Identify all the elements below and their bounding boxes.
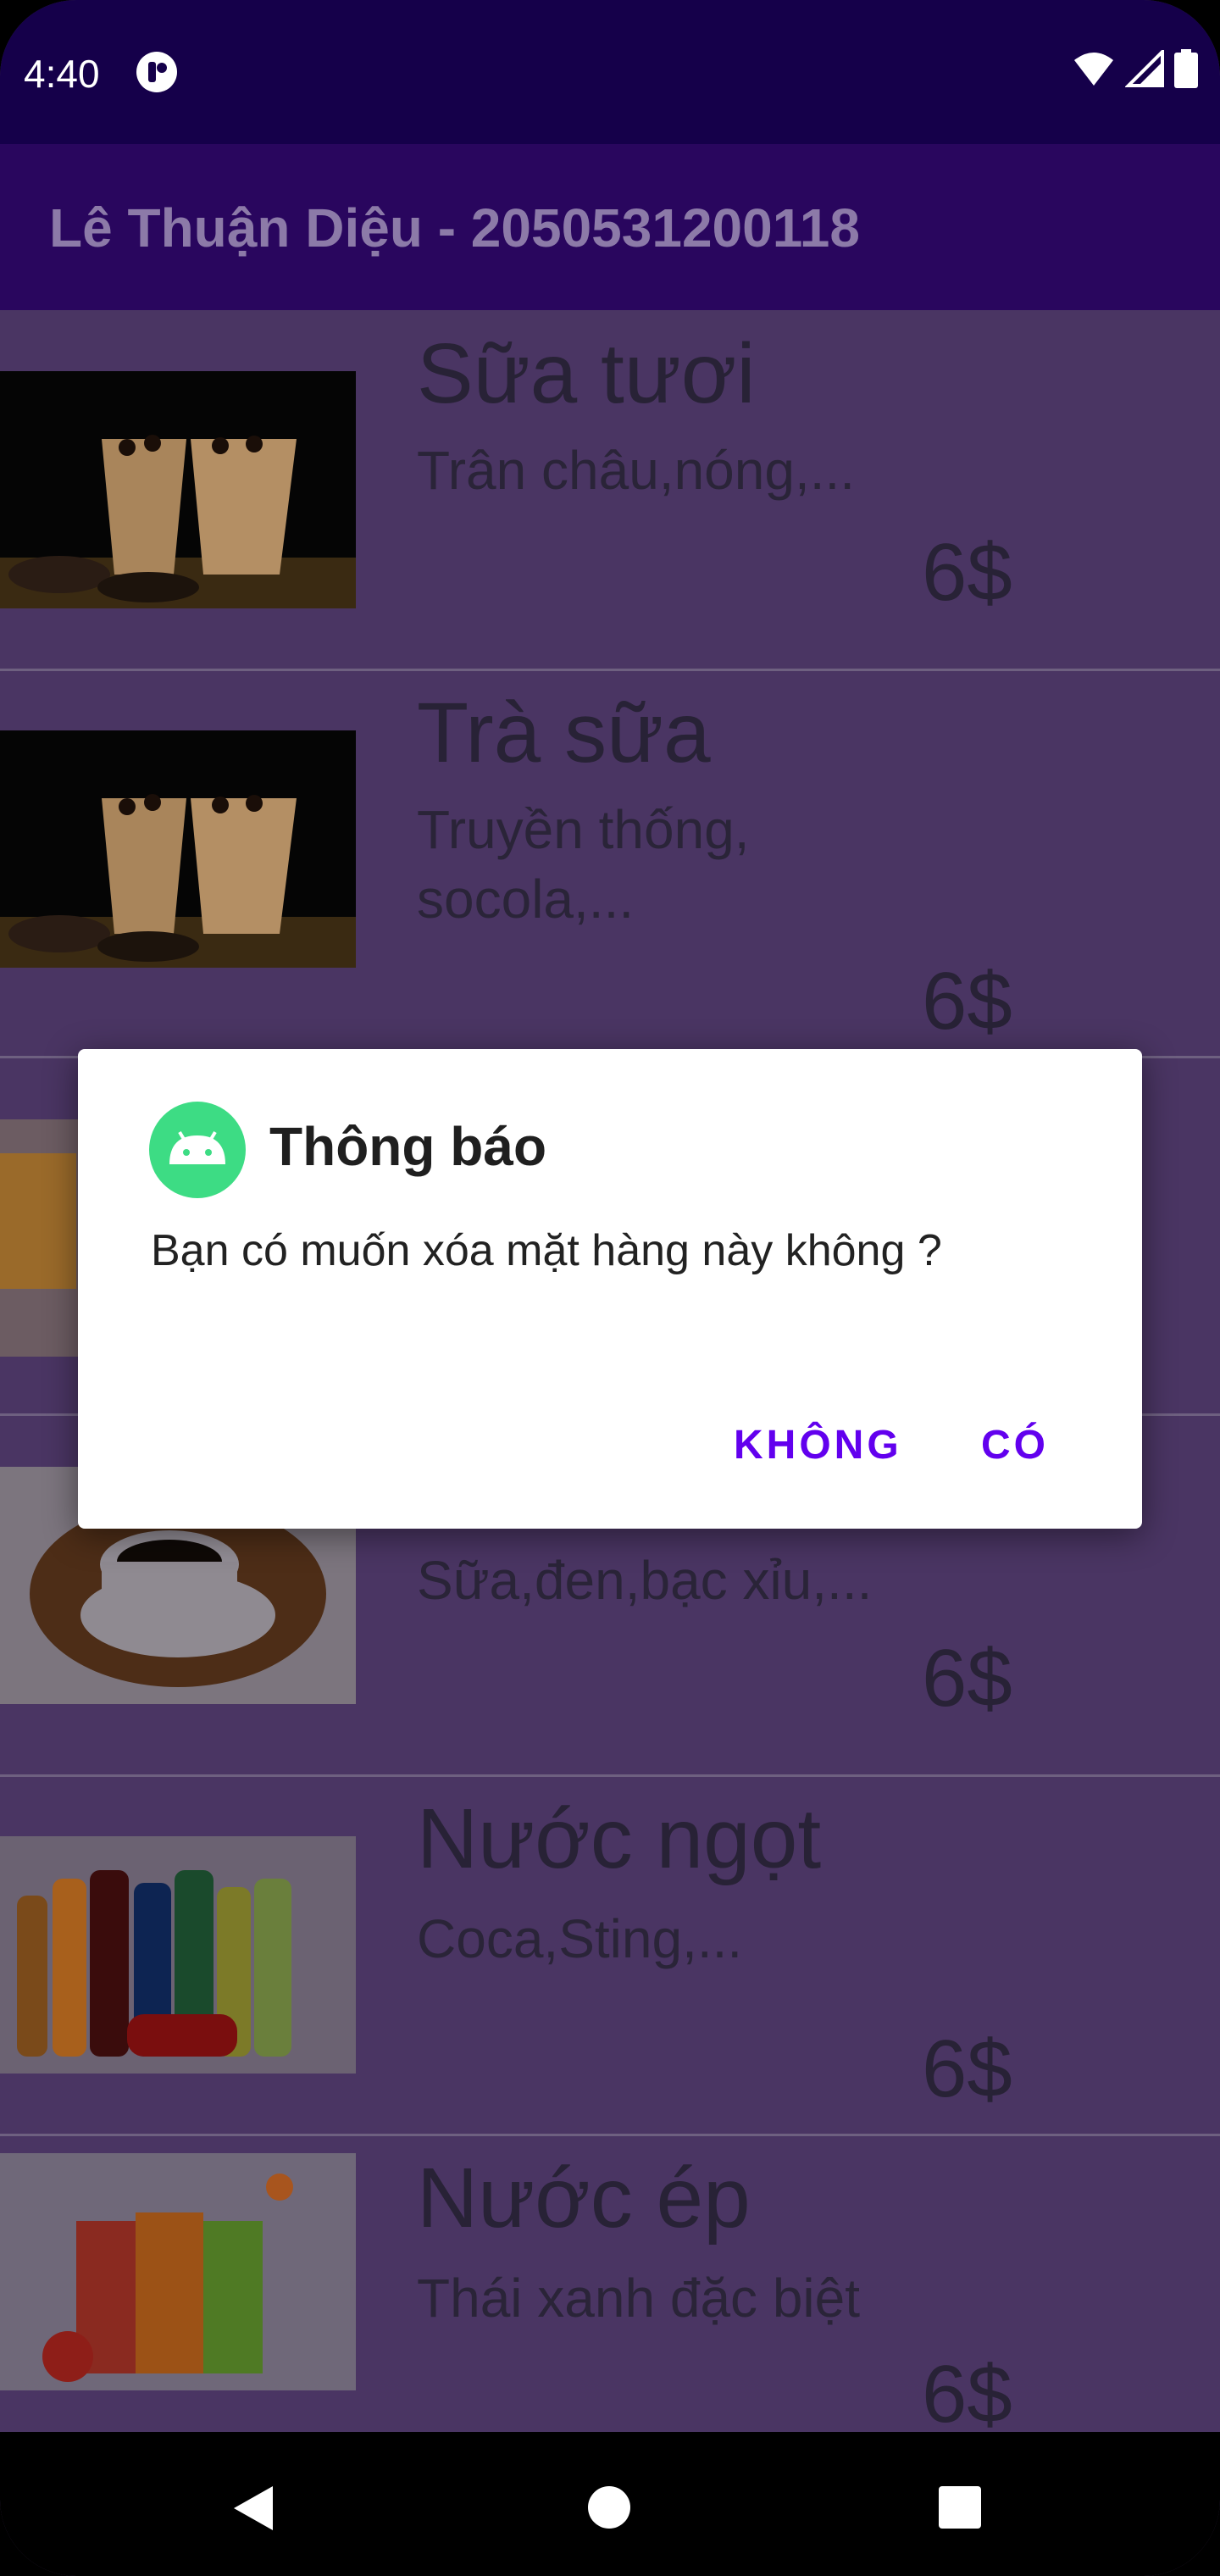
dialog-no-button[interactable]: KHÔNG: [734, 1422, 902, 1468]
dialog-title: Thông báo: [269, 1116, 547, 1177]
navigation-bar: [0, 2432, 1220, 2576]
recents-icon[interactable]: [939, 2486, 981, 2529]
app-bar-title: Lê Thuận Diệu - 2050531200118: [49, 197, 860, 258]
item-price: 6$: [922, 527, 1012, 618]
item-name: Nước ép: [417, 2151, 751, 2246]
milk-tea-cups-image: [0, 371, 356, 608]
item-description: Coca,Sting,...: [417, 1908, 743, 1969]
list-item[interactable]: Nước ngọt Coca,Sting,... 6$: [0, 1777, 1220, 2133]
item-description: Trân châu,nóng,...: [417, 440, 856, 501]
signal-icon: [1125, 50, 1164, 87]
app-notification-icon: [136, 52, 177, 92]
status-icons: [1073, 49, 1198, 88]
item-name: Trà sữa: [417, 686, 711, 780]
wifi-icon: [1074, 53, 1113, 86]
juice-glasses-image: [0, 2153, 356, 2390]
item-price: 6$: [922, 2349, 1012, 2440]
item-description: Sữa,đen,bạc xỉu,...: [417, 1550, 873, 1611]
android-icon: [149, 1102, 246, 1198]
item-price: 6$: [922, 2024, 1012, 2114]
dialog-message: Bạn có muốn xóa mặt hàng này không ?: [151, 1226, 942, 1275]
battery-icon: [1174, 49, 1198, 88]
phone-screen: 4:40 Lê Thuận Diệu - 2050531200118 Sữa t…: [0, 0, 1220, 2576]
soda-bottles-image: [0, 1836, 356, 2074]
item-price: 6$: [922, 1633, 1012, 1724]
back-icon[interactable]: [232, 2484, 274, 2532]
list-item[interactable]: Sữa tươi Trân châu,nóng,... 6$: [0, 310, 1220, 666]
status-time: 4:40: [24, 52, 100, 96]
milk-tea-cups-image: [0, 730, 356, 968]
home-icon[interactable]: [587, 2485, 631, 2529]
item-price: 6$: [922, 956, 1012, 1046]
item-description: Truyền thống, socola,...: [417, 799, 750, 930]
item-name: Nước ngọt: [417, 1791, 822, 1886]
delete-confirm-dialog: Thông báo Bạn có muốn xóa mặt hàng này k…: [78, 1049, 1142, 1529]
list-item[interactable]: Trà sữa Truyền thống, socola,... 6$: [0, 671, 1220, 1046]
item-description: Thái xanh đặc biệt: [417, 2268, 860, 2329]
item-name: Sữa tươi: [417, 326, 756, 421]
dialog-yes-button[interactable]: CÓ: [981, 1422, 1049, 1468]
status-bar: 4:40: [0, 0, 1220, 144]
